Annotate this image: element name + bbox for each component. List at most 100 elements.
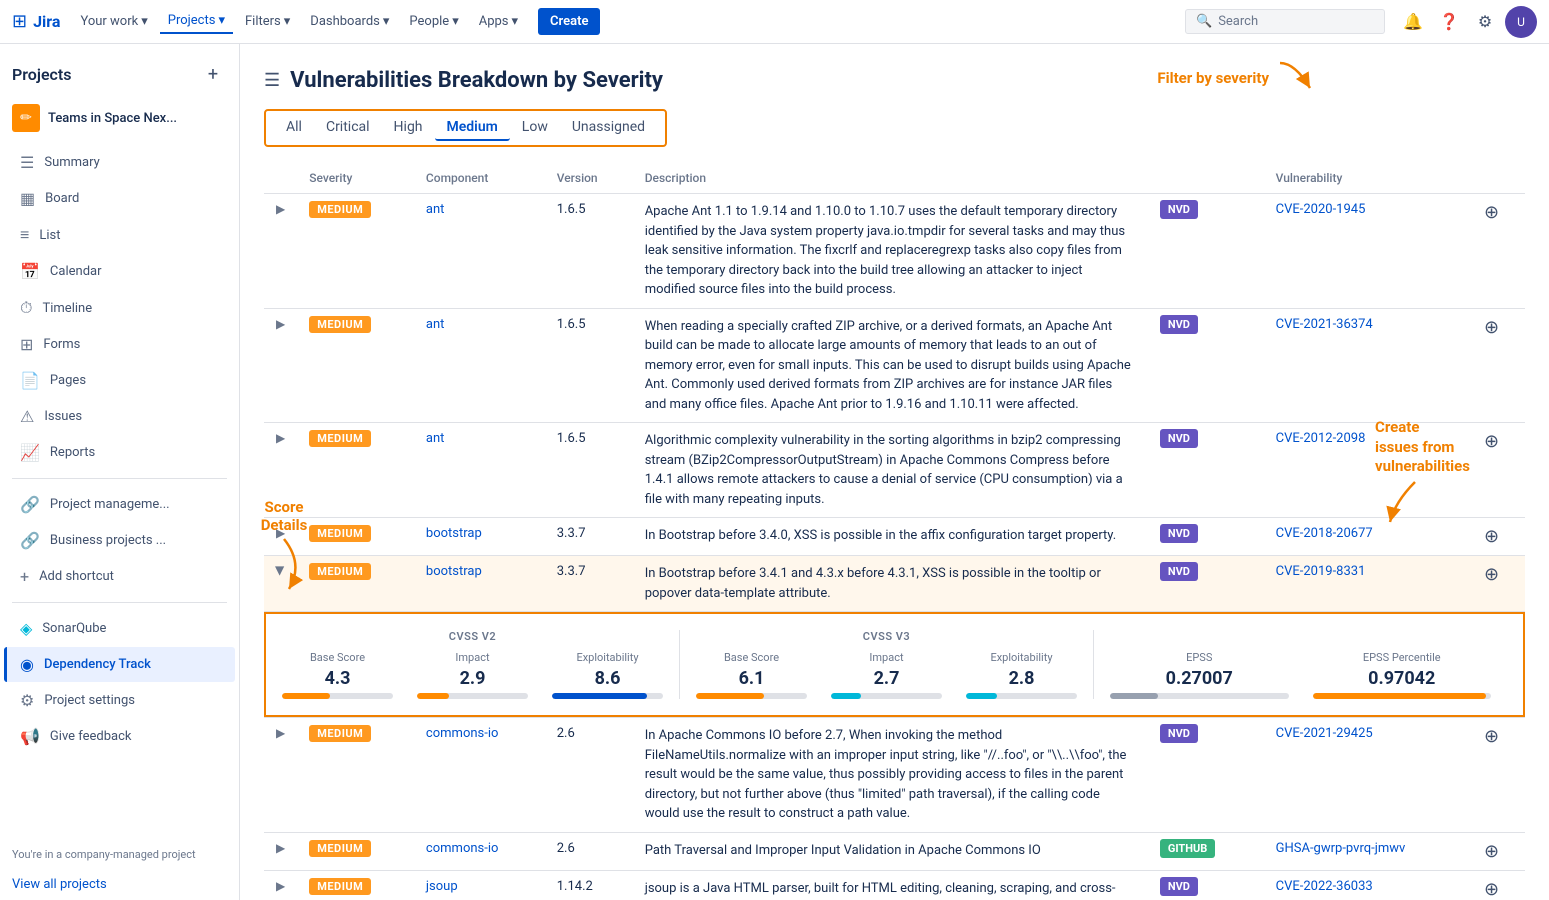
filter-tab-medium[interactable]: Medium [435, 115, 510, 141]
component-link[interactable]: bootstrap [426, 564, 482, 579]
create-button[interactable]: Create [538, 8, 600, 35]
expand-arrow[interactable]: ▶ [276, 431, 285, 445]
expand-arrow[interactable]: ▶ [276, 841, 285, 855]
sonarqube-icon: ◈ [20, 619, 32, 638]
filter-tab-all[interactable]: All [274, 115, 314, 141]
search-box[interactable]: 🔍 Search [1185, 9, 1385, 34]
cve-link[interactable]: CVE-2021-29425 [1276, 726, 1373, 741]
score-bar [1313, 693, 1492, 699]
version-cell: 2.6 [545, 832, 633, 870]
sidebar-item-summary[interactable]: ☰ Summary [4, 145, 235, 180]
filter-arrow [1275, 58, 1325, 98]
add-issue-button[interactable]: ⊕ [1484, 879, 1499, 900]
cve-link[interactable]: CVE-2012-2098 [1276, 431, 1366, 446]
sidebar-item-add-shortcut[interactable]: + Add shortcut [4, 559, 235, 594]
help-button[interactable]: ❓ [1433, 6, 1465, 38]
cve-link[interactable]: CVE-2022-36033 [1276, 879, 1373, 894]
add-issue-button[interactable]: ⊕ [1484, 564, 1499, 585]
add-issue-button[interactable]: ⊕ [1484, 202, 1499, 223]
cve-link[interactable]: GHSA-gwrp-pvrq-jmwv [1276, 841, 1406, 856]
source-badge: NVD [1160, 724, 1198, 743]
nav-apps[interactable]: Apps▾ [471, 10, 526, 33]
add-issue-button[interactable]: ⊕ [1484, 726, 1499, 747]
component-link[interactable]: ant [426, 202, 445, 217]
nav-your-work[interactable]: Your work▾ [72, 10, 155, 33]
cvss-v3-title: CVSS V3 [696, 630, 1077, 643]
sidebar-item-board[interactable]: ▦ Board [4, 181, 235, 216]
notifications-button[interactable]: 🔔 [1397, 6, 1429, 38]
nav-filters[interactable]: Filters▾ [237, 10, 298, 33]
col-vuln-source [1148, 163, 1264, 194]
score-details-row: CVSS V2 Base Score 4.3 [264, 612, 1525, 718]
user-avatar[interactable]: U [1505, 6, 1537, 38]
sidebar-item-project-settings[interactable]: ⚙ Project settings [4, 683, 235, 718]
sidebar-item-calendar[interactable]: 📅 Calendar [4, 254, 235, 289]
table-row: ▶ MEDIUM bootstrap 3.3.7 In Bootstrap be… [264, 518, 1525, 556]
add-issue-button[interactable]: ⊕ [1484, 526, 1499, 547]
add-issue-button[interactable]: ⊕ [1484, 317, 1499, 338]
component-link[interactable]: ant [426, 317, 445, 332]
sidebar-add-button[interactable]: + [199, 60, 227, 88]
sidebar-item-project-management[interactable]: 🔗 Project manageme... [4, 487, 235, 522]
component-link[interactable]: bootstrap [426, 526, 482, 541]
sidebar-item-pages[interactable]: 📄 Pages [4, 363, 235, 398]
filter-tab-low[interactable]: Low [510, 115, 560, 141]
description-cell: jsoup is a Java HTML parser, built for H… [633, 870, 1148, 900]
description-cell: In Apache Commons IO before 2.7, When in… [633, 718, 1148, 833]
severity-badge: MEDIUM [309, 840, 371, 857]
table-row: ▶ MEDIUM jsoup 1.14.2 jsoup is a Java HT… [264, 870, 1525, 900]
calendar-icon: 📅 [20, 262, 40, 281]
view-all-projects-link[interactable]: View all projects [0, 869, 239, 900]
grid-icon: ⊞ [12, 11, 27, 32]
nav-projects[interactable]: Projects▾ [160, 9, 233, 34]
component-link[interactable]: ant [426, 431, 445, 446]
cve-link[interactable]: CVE-2020-1945 [1276, 202, 1366, 217]
add-issue-button[interactable]: ⊕ [1484, 841, 1499, 862]
sidebar-item-issues[interactable]: ⚠ Issues [4, 399, 235, 434]
sidebar-item-sonarqube[interactable]: ◈ SonarQube [4, 611, 235, 646]
business-projects-icon: 🔗 [20, 531, 40, 550]
severity-badge: MEDIUM [309, 563, 371, 580]
pages-icon: 📄 [20, 371, 40, 390]
logo[interactable]: ⊞ Jira [12, 11, 60, 32]
expand-arrow[interactable]: ▶ [276, 317, 285, 331]
expand-arrow[interactable]: ▶ [276, 879, 285, 893]
sidebar-item-list[interactable]: ≡ List [4, 217, 235, 253]
component-link[interactable]: commons-io [426, 841, 499, 856]
sidebar-item-dependency-track[interactable]: ◉ Dependency Track [4, 647, 235, 682]
project-icon: ✏ [12, 104, 40, 132]
component-link[interactable]: jsoup [426, 879, 458, 894]
cve-link[interactable]: CVE-2018-20677 [1276, 526, 1373, 541]
settings-button[interactable]: ⚙ [1469, 6, 1501, 38]
expand-arrow[interactable]: ▶ [276, 202, 285, 216]
severity-badge: MEDIUM [309, 316, 371, 333]
component-link[interactable]: commons-io [426, 726, 499, 741]
expand-arrow[interactable]: ▶ [276, 726, 285, 740]
source-badge: NVD [1160, 562, 1198, 581]
nav-people[interactable]: People▾ [401, 10, 466, 33]
cvss-v3-group: CVSS V3 Base Score 6.1 [680, 630, 1094, 699]
search-placeholder: Search [1218, 14, 1258, 29]
sidebar-item-reports[interactable]: 📈 Reports [4, 435, 235, 470]
filter-tab-critical[interactable]: Critical [314, 115, 382, 141]
epss-score: EPSS 0.27007 [1110, 651, 1289, 699]
filter-tab-high[interactable]: High [382, 115, 435, 141]
score-arrow [254, 534, 314, 594]
filter-tab-unassigned[interactable]: Unassigned [560, 115, 657, 141]
col-description: Description [633, 163, 1148, 194]
list-icon: ≡ [20, 225, 29, 245]
table-row: ▶ MEDIUM bootstrap 3.3.7 In Bootstrap be… [264, 556, 1525, 612]
sidebar-project[interactable]: ✏ Teams in Space Nex... [0, 96, 239, 140]
description-cell: Path Traversal and Improper Input Valida… [633, 832, 1148, 870]
sidebar-item-business-projects[interactable]: 🔗 Business projects ... [4, 523, 235, 558]
cve-link[interactable]: CVE-2019-8331 [1276, 564, 1366, 579]
sidebar-item-give-feedback[interactable]: 📢 Give feedback [4, 719, 235, 754]
version-cell: 3.3.7 [545, 518, 633, 556]
severity-badge: MEDIUM [309, 201, 371, 218]
cve-link[interactable]: CVE-2021-36374 [1276, 317, 1373, 332]
sidebar-item-timeline[interactable]: ⏱ Timeline [4, 290, 235, 326]
source-badge: NVD [1160, 200, 1198, 219]
sidebar-item-forms[interactable]: ⊞ Forms [4, 327, 235, 362]
project-mgmt-icon: 🔗 [20, 495, 40, 514]
nav-dashboards[interactable]: Dashboards▾ [302, 10, 397, 33]
